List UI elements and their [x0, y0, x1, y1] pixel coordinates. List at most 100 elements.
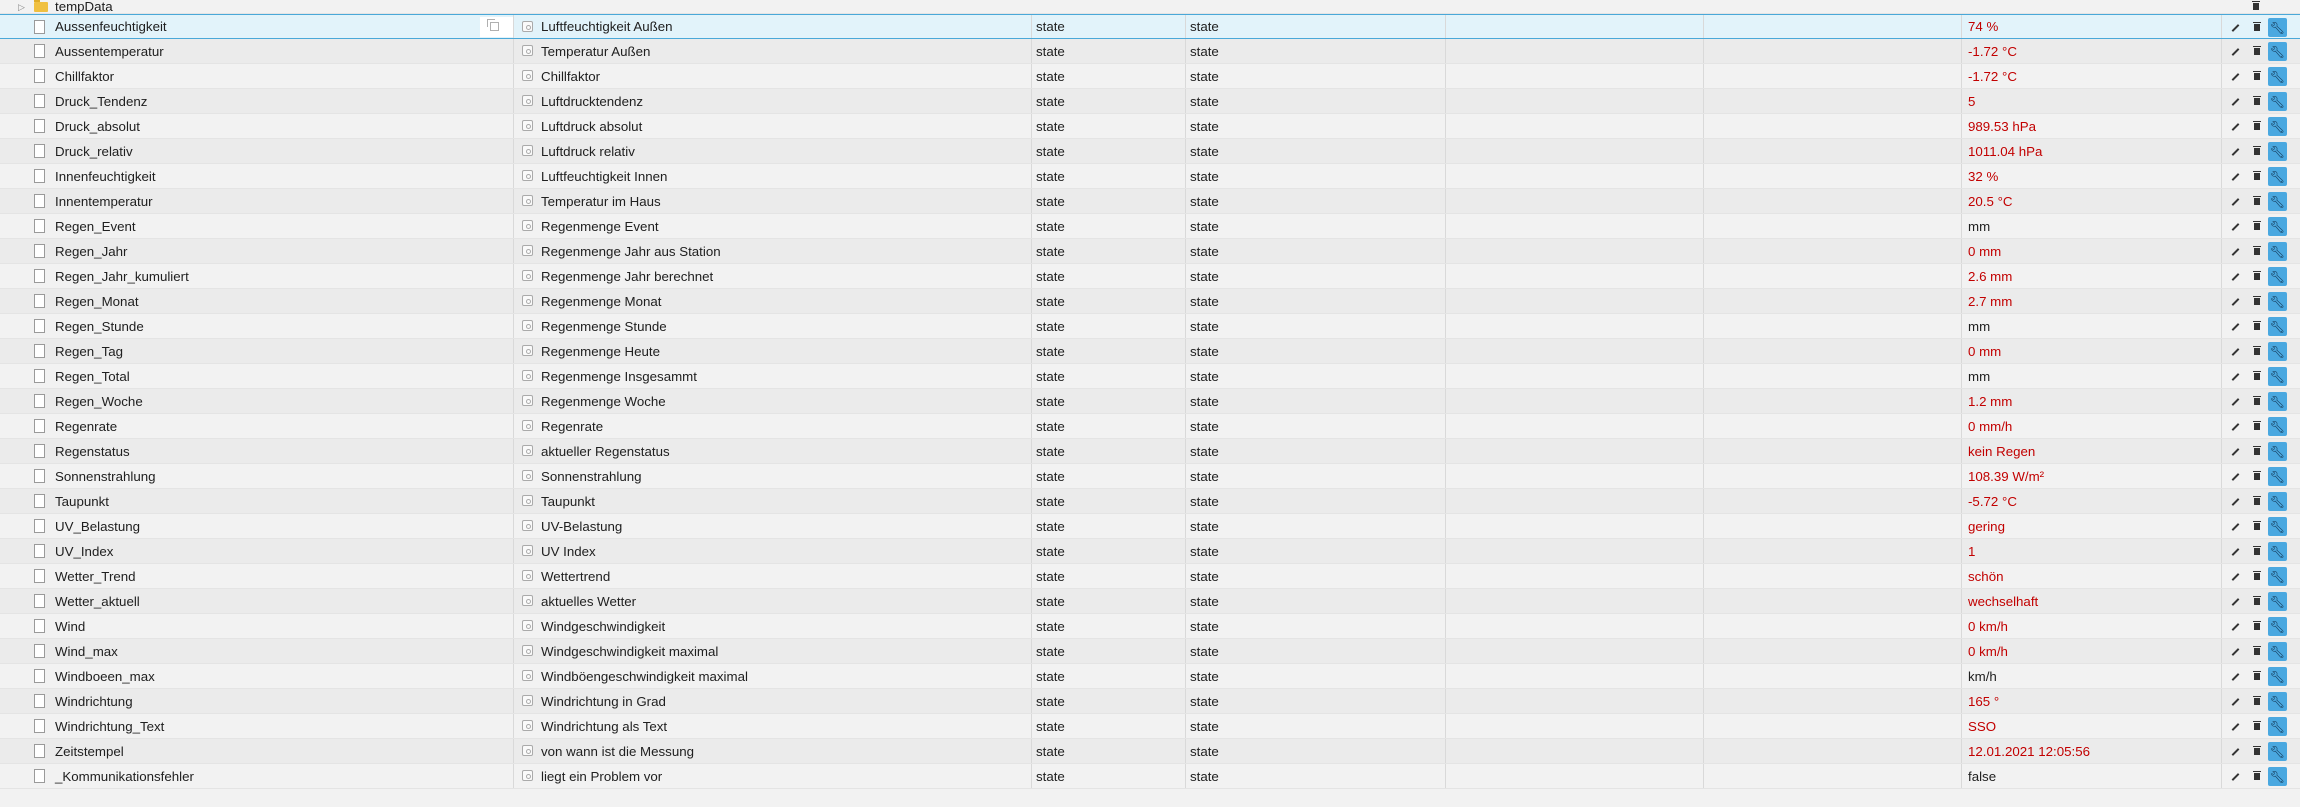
config-button[interactable]: 🔧︎	[2268, 242, 2287, 261]
value-cell[interactable]: 0 mm	[1962, 339, 2222, 363]
config-button[interactable]: 🔧︎	[2268, 217, 2287, 236]
table-row[interactable]: _Kommunikationsfehler liegt ein Problem …	[0, 764, 2300, 789]
table-row[interactable]: Regen_Event Regenmenge Event state state…	[0, 214, 2300, 239]
expand-arrow-icon[interactable]: ▷	[18, 2, 25, 13]
value-cell[interactable]: 0 km/h	[1962, 614, 2222, 638]
config-button[interactable]: 🔧︎	[2268, 92, 2287, 111]
delete-button[interactable]	[2247, 442, 2266, 461]
table-row[interactable]: Regen_Jahr Regenmenge Jahr aus Station s…	[0, 239, 2300, 264]
edit-button[interactable]	[2226, 717, 2245, 736]
edit-button[interactable]	[2226, 467, 2245, 486]
value-cell[interactable]: SSO	[1962, 714, 2222, 738]
delete-button[interactable]	[2247, 692, 2266, 711]
config-button[interactable]: 🔧︎	[2268, 292, 2287, 311]
delete-button[interactable]	[2247, 342, 2266, 361]
config-button[interactable]: 🔧︎	[2268, 517, 2287, 536]
table-row[interactable]: Wetter_aktuell aktuelles Wetter state st…	[0, 589, 2300, 614]
config-button[interactable]: 🔧︎	[2268, 267, 2287, 286]
delete-button[interactable]	[2247, 392, 2266, 411]
value-cell[interactable]: mm	[1962, 314, 2222, 338]
delete-button[interactable]	[2247, 367, 2266, 386]
config-button[interactable]: 🔧︎	[2268, 42, 2287, 61]
edit-button[interactable]	[2226, 192, 2245, 211]
config-button[interactable]: 🔧︎	[2268, 417, 2287, 436]
config-button[interactable]: 🔧︎	[2268, 142, 2287, 161]
table-row[interactable]: UV_Belastung UV-Belastung state state ge…	[0, 514, 2300, 539]
config-button[interactable]: 🔧︎	[2268, 692, 2287, 711]
value-cell[interactable]: 74 %	[1962, 15, 2222, 38]
table-row[interactable]: Taupunkt Taupunkt state state -5.72 °C 🔧…	[0, 489, 2300, 514]
delete-button[interactable]	[2247, 217, 2266, 236]
config-button[interactable]: 🔧︎	[2268, 667, 2287, 686]
folder-delete-button[interactable]	[2247, 0, 2265, 15]
delete-button[interactable]	[2247, 192, 2266, 211]
value-cell[interactable]: 5	[1962, 89, 2222, 113]
delete-button[interactable]	[2247, 492, 2266, 511]
edit-button[interactable]	[2226, 217, 2245, 236]
value-cell[interactable]: 2.7 mm	[1962, 289, 2222, 313]
value-cell[interactable]: 12.01.2021 12:05:56	[1962, 739, 2222, 763]
value-cell[interactable]: 108.39 W/m²	[1962, 464, 2222, 488]
value-cell[interactable]: 0 km/h	[1962, 639, 2222, 663]
config-button[interactable]: 🔧︎	[2268, 18, 2287, 37]
table-row[interactable]: Sonnenstrahlung Sonnenstrahlung state st…	[0, 464, 2300, 489]
table-row[interactable]: Druck_relativ Luftdruck relativ state st…	[0, 139, 2300, 164]
edit-button[interactable]	[2226, 442, 2245, 461]
table-row[interactable]: Regenrate Regenrate state state 0 mm/h 🔧…	[0, 414, 2300, 439]
config-button[interactable]: 🔧︎	[2268, 542, 2287, 561]
value-cell[interactable]: gering	[1962, 514, 2222, 538]
value-cell[interactable]: -1.72 °C	[1962, 64, 2222, 88]
delete-button[interactable]	[2247, 242, 2266, 261]
config-button[interactable]: 🔧︎	[2268, 167, 2287, 186]
edit-button[interactable]	[2226, 117, 2245, 136]
delete-button[interactable]	[2247, 42, 2266, 61]
edit-button[interactable]	[2226, 292, 2245, 311]
edit-button[interactable]	[2226, 492, 2245, 511]
edit-button[interactable]	[2226, 317, 2245, 336]
table-row[interactable]: Druck_Tendenz Luftdrucktendenz state sta…	[0, 89, 2300, 114]
delete-button[interactable]	[2247, 317, 2266, 336]
table-row[interactable]: Regen_Tag Regenmenge Heute state state 0…	[0, 339, 2300, 364]
edit-button[interactable]	[2226, 167, 2245, 186]
folder-row-tempdata[interactable]: ▷ tempData	[0, 0, 2300, 14]
table-row[interactable]: Regen_Total Regenmenge Insgesammt state …	[0, 364, 2300, 389]
table-row[interactable]: Regen_Woche Regenmenge Woche state state…	[0, 389, 2300, 414]
value-cell[interactable]: 165 °	[1962, 689, 2222, 713]
delete-button[interactable]	[2247, 417, 2266, 436]
table-row[interactable]: Wind_max Windgeschwindigkeit maximal sta…	[0, 639, 2300, 664]
config-button[interactable]: 🔧︎	[2268, 392, 2287, 411]
config-button[interactable]: 🔧︎	[2268, 317, 2287, 336]
value-cell[interactable]: 1011.04 hPa	[1962, 139, 2222, 163]
table-row[interactable]: Windrichtung Windrichtung in Grad state …	[0, 689, 2300, 714]
table-row[interactable]: Windboeen_max Windböengeschwindigkeit ma…	[0, 664, 2300, 689]
edit-button[interactable]	[2226, 242, 2245, 261]
value-cell[interactable]: 1	[1962, 539, 2222, 563]
table-row[interactable]: Innenfeuchtigkeit Luftfeuchtigkeit Innen…	[0, 164, 2300, 189]
config-button[interactable]: 🔧︎	[2268, 467, 2287, 486]
edit-button[interactable]	[2226, 592, 2245, 611]
delete-button[interactable]	[2247, 167, 2266, 186]
delete-button[interactable]	[2247, 467, 2266, 486]
delete-button[interactable]	[2247, 142, 2266, 161]
edit-button[interactable]	[2226, 42, 2245, 61]
config-button[interactable]: 🔧︎	[2268, 192, 2287, 211]
delete-button[interactable]	[2247, 117, 2266, 136]
config-button[interactable]: 🔧︎	[2268, 342, 2287, 361]
table-row[interactable]: Regen_Stunde Regenmenge Stunde state sta…	[0, 314, 2300, 339]
value-cell[interactable]: 989.53 hPa	[1962, 114, 2222, 138]
delete-button[interactable]	[2247, 742, 2266, 761]
delete-button[interactable]	[2247, 767, 2266, 786]
table-row[interactable]: Regen_Jahr_kumuliert Regenmenge Jahr ber…	[0, 264, 2300, 289]
edit-button[interactable]	[2226, 642, 2245, 661]
table-row[interactable]: Regenstatus aktueller Regenstatus state …	[0, 439, 2300, 464]
config-button[interactable]: 🔧︎	[2268, 367, 2287, 386]
value-cell[interactable]: -5.72 °C	[1962, 489, 2222, 513]
delete-button[interactable]	[2247, 567, 2266, 586]
value-cell[interactable]: -1.72 °C	[1962, 39, 2222, 63]
edit-button[interactable]	[2226, 667, 2245, 686]
edit-button[interactable]	[2226, 92, 2245, 111]
copy-id-button[interactable]	[480, 17, 513, 37]
config-button[interactable]: 🔧︎	[2268, 592, 2287, 611]
edit-button[interactable]	[2226, 767, 2245, 786]
config-button[interactable]: 🔧︎	[2268, 442, 2287, 461]
